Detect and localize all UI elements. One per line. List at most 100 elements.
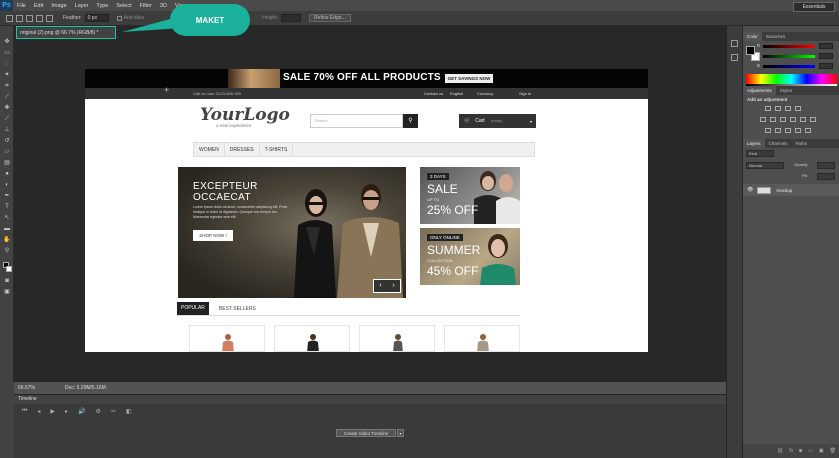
product-card[interactable]	[189, 325, 265, 352]
red-value-input[interactable]	[819, 43, 833, 49]
background-color-swatch[interactable]	[6, 266, 12, 272]
lasso-icon[interactable]: ◌	[3, 61, 11, 68]
properties-panel-icon[interactable]	[731, 54, 738, 61]
move-tool-icon[interactable]: ✥	[3, 39, 11, 46]
subtract-selection-icon[interactable]	[36, 14, 43, 22]
curves-icon[interactable]	[785, 106, 791, 111]
fill-input[interactable]	[817, 173, 835, 180]
trash-icon[interactable]: 🗑	[830, 448, 836, 454]
promo-sale-banner[interactable]: 3 DAYS SALE UP TO 25% OFF	[420, 167, 520, 224]
green-slider[interactable]	[763, 55, 815, 58]
stamp-icon[interactable]: ⊥	[3, 127, 11, 134]
color-balance-icon[interactable]	[780, 117, 786, 122]
tab-styles[interactable]: Styles	[776, 86, 796, 95]
dodge-icon[interactable]: ◐	[3, 182, 11, 189]
get-savings-button[interactable]: GET SAVINGS NOW	[445, 74, 493, 83]
red-slider[interactable]	[763, 45, 815, 48]
audio-icon[interactable]: 🔊	[78, 408, 85, 415]
layer-filter-kind[interactable]: Kind	[746, 150, 774, 157]
tab-swatches[interactable]: Swatches	[762, 32, 790, 41]
shape-icon[interactable]: ▬	[3, 226, 11, 233]
hand-icon[interactable]: ✋	[3, 237, 11, 244]
site-logo[interactable]: YourLogo	[200, 105, 290, 125]
layer-row[interactable]: 👁 mockup	[743, 184, 839, 196]
tab-popular[interactable]: POPULAR	[177, 302, 209, 315]
threshold-icon[interactable]	[785, 128, 791, 133]
nav-tshirts[interactable]: T-SHIRTS	[260, 143, 294, 156]
pen-icon[interactable]: ✒	[3, 193, 11, 200]
contact-us-link[interactable]: Contact us	[424, 91, 443, 96]
brightness-icon[interactable]	[765, 106, 771, 111]
eraser-icon[interactable]: ▱	[3, 149, 11, 156]
opacity-input[interactable]	[817, 162, 835, 169]
tab-adjustments[interactable]: Adjustments	[743, 86, 776, 95]
add-selection-icon[interactable]	[26, 14, 33, 22]
promo-summer-banner[interactable]: ONLY ONLINE SUMMER COLLECTION 45% OFF	[420, 228, 520, 285]
foreground-color-swatch[interactable]	[746, 46, 755, 55]
invert-icon[interactable]	[765, 128, 771, 133]
link-icon[interactable]: ⛓	[777, 448, 783, 454]
selective-color-icon[interactable]	[805, 128, 811, 133]
tab-best-sellers[interactable]: BEST SELLERS	[219, 306, 256, 312]
marquee-icon[interactable]: ▭	[3, 50, 11, 57]
menu-select[interactable]: Select	[116, 3, 131, 9]
photo-filter-icon[interactable]	[800, 117, 806, 122]
height-input[interactable]	[281, 14, 302, 22]
blur-icon[interactable]: ●	[3, 171, 11, 178]
quick-mask-icon[interactable]: ◙	[3, 278, 11, 285]
history-panel-icon[interactable]	[731, 40, 738, 47]
eye-icon[interactable]: 👁	[747, 187, 753, 193]
next-frame-icon[interactable]: ▸	[65, 408, 68, 415]
tab-channels[interactable]: Channels	[765, 139, 792, 148]
search-button[interactable]: ⚲	[403, 114, 418, 128]
prev-frame-icon[interactable]: ◂	[37, 408, 40, 415]
color-spectrum[interactable]	[746, 74, 837, 84]
tab-color[interactable]: Color	[743, 32, 762, 41]
menu-file[interactable]: File	[17, 3, 26, 9]
crop-icon[interactable]: ⌗	[3, 83, 11, 90]
history-brush-icon[interactable]: ↺	[3, 138, 11, 145]
exposure-icon[interactable]	[795, 106, 801, 111]
feather-input[interactable]: 0 px	[84, 14, 109, 22]
language-selector[interactable]: English	[450, 91, 463, 96]
refine-edge-button[interactable]: Refine Edge...	[309, 14, 351, 22]
path-select-icon[interactable]: ↖	[3, 215, 11, 222]
split-icon[interactable]: ✂	[111, 408, 116, 415]
nav-women[interactable]: WOMEN	[194, 143, 225, 156]
product-card[interactable]	[274, 325, 350, 352]
sign-in-link[interactable]: Sign in	[519, 91, 531, 96]
menu-filter[interactable]: Filter	[140, 3, 152, 9]
product-card[interactable]	[359, 325, 435, 352]
blend-mode-select[interactable]: Normal	[746, 162, 784, 169]
product-card[interactable]	[444, 325, 520, 352]
brush-icon[interactable]: ⟋	[3, 116, 11, 123]
settings-icon[interactable]: ⚙	[96, 408, 101, 415]
intersect-selection-icon[interactable]	[46, 14, 53, 22]
eyedropper-icon[interactable]: ⟋	[3, 94, 11, 101]
chevron-down-icon[interactable]: ▾	[397, 429, 404, 437]
transition-icon[interactable]: ◧	[126, 408, 132, 415]
menu-image[interactable]: Image	[51, 3, 66, 9]
gradient-icon[interactable]: ▤	[3, 160, 11, 167]
new-selection-icon[interactable]	[16, 14, 23, 22]
gradient-map-icon[interactable]	[795, 128, 801, 133]
type-tool-icon[interactable]: T	[3, 204, 11, 211]
menu-layer[interactable]: Layer	[75, 3, 89, 9]
chevron-left-icon[interactable]: ‹	[374, 280, 387, 292]
screen-mode-icon[interactable]: ▣	[3, 289, 11, 296]
create-video-timeline-button[interactable]: Create Video Timeline	[336, 429, 396, 437]
chevron-right-icon[interactable]: ›	[387, 280, 400, 292]
marquee-tool-icon[interactable]	[6, 14, 13, 22]
menu-edit[interactable]: Edit	[34, 3, 43, 9]
hero-slider[interactable]: EXCEPTEUR OCCAECAT Lorem ipsum dolor sit…	[178, 167, 406, 298]
folder-icon[interactable]: ▭	[808, 448, 813, 454]
black-white-icon[interactable]	[790, 117, 796, 122]
antialias-checkbox[interactable]	[116, 15, 122, 21]
channel-mixer-icon[interactable]	[810, 117, 816, 122]
cart-button[interactable]: 🛒 Cart (empty) ▾	[459, 114, 536, 128]
play-icon[interactable]: ▶	[50, 408, 55, 415]
workspace-switcher[interactable]: Essentials	[793, 2, 835, 12]
mask-icon[interactable]: ◙	[799, 448, 802, 454]
posterize-icon[interactable]	[775, 128, 781, 133]
menu-type[interactable]: Type	[96, 3, 108, 9]
